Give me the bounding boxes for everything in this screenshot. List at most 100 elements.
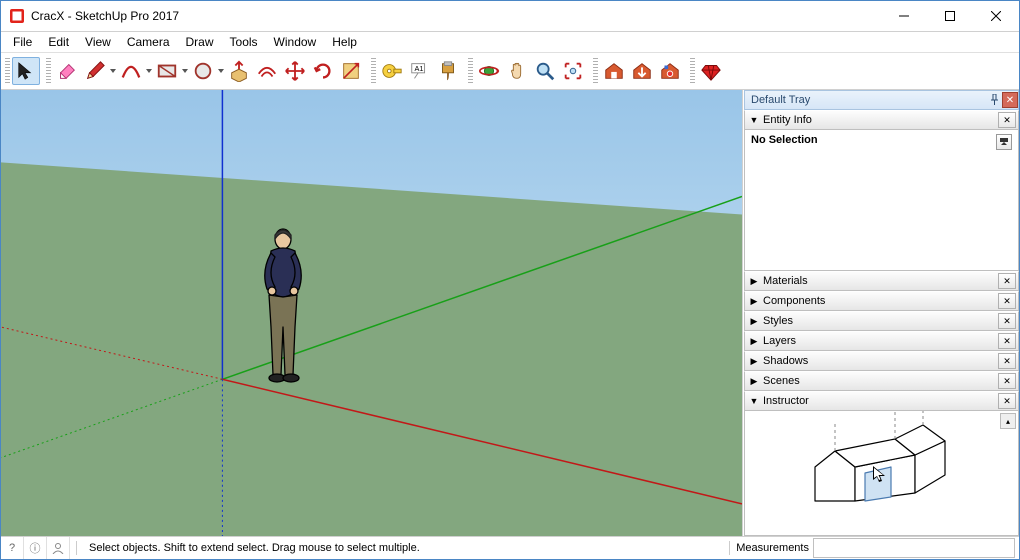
tray-close-icon[interactable]: ✕ [1002,92,1018,108]
details-toggle-icon[interactable] [996,134,1012,150]
panel-close-icon[interactable]: ✕ [998,313,1016,329]
circle-tool-icon-dropdown[interactable] [217,69,225,73]
panel-close-icon[interactable]: ✕ [998,293,1016,309]
panel-title: Instructor [763,395,809,407]
scale-figure [253,227,313,385]
panel-header-scenes[interactable]: ▶ Scenes ✕ [744,371,1019,391]
info-icon[interactable]: ⓘ [24,537,47,559]
toolbar-grip[interactable] [468,58,473,84]
panel-close-icon[interactable]: ✕ [998,112,1016,128]
disclosure-right-icon: ▶ [749,376,759,387]
status-hint: Select objects. Shift to extend select. … [83,542,420,554]
scroll-up-icon[interactable]: ▴ [1000,413,1016,429]
panel-header-instructor[interactable]: ▼ Instructor ✕ [744,391,1019,411]
paint-tool-icon[interactable] [434,57,462,85]
panel-title: Materials [763,275,808,287]
tray-title-text: Default Tray [751,94,810,106]
arc-tool-icon-dropdown[interactable] [145,69,153,73]
close-button[interactable] [973,1,1019,31]
status-bar: ? ⓘ Select objects. Shift to extend sele… [1,536,1019,559]
instructor-illustration [745,411,1005,531]
panel-header-shadows[interactable]: ▶ Shadows ✕ [744,351,1019,371]
pencil-tool-icon-dropdown[interactable] [109,69,117,73]
panel-header-components[interactable]: ▶ Components ✕ [744,291,1019,311]
move-tool-icon[interactable] [281,57,309,85]
menu-camera[interactable]: Camera [119,33,178,51]
ruby-icon[interactable] [697,57,725,85]
3d-viewport[interactable] [1,90,743,536]
app-window: CracX - SketchUp Pro 2017 FileEditViewCa… [0,0,1020,560]
circle-tool-icon[interactable] [189,57,217,85]
disclosure-right-icon: ▶ [749,296,759,307]
menu-tools[interactable]: Tools [222,33,266,51]
tape-tool-icon[interactable] [378,57,406,85]
zoom-extents-tool-icon[interactable] [559,57,587,85]
menu-help[interactable]: Help [324,33,365,51]
toolbar-grip[interactable] [46,58,51,84]
pin-icon[interactable] [986,93,1002,107]
menu-file[interactable]: File [5,33,40,51]
pan-tool-icon[interactable] [503,57,531,85]
menu-edit[interactable]: Edit [40,33,77,51]
panel-close-icon[interactable]: ✕ [998,273,1016,289]
extension-warehouse-icon[interactable] [656,57,684,85]
measurements-label: Measurements [736,542,813,554]
panel-title: Scenes [763,375,800,387]
arc-tool-icon[interactable] [117,57,145,85]
menu-draw[interactable]: Draw [178,33,222,51]
app-icon [9,8,25,24]
panel-close-icon[interactable]: ✕ [998,333,1016,349]
warehouse-icon[interactable] [600,57,628,85]
toolbar-grip[interactable] [593,58,598,84]
entity-info-body: No Selection [744,130,1019,271]
panel-title: Shadows [763,355,808,367]
panel-close-icon[interactable]: ✕ [998,373,1016,389]
panel-header-materials[interactable]: ▶Materials✕ [744,271,1019,291]
scale-tool-icon[interactable] [337,57,365,85]
title-bar: CracX - SketchUp Pro 2017 [1,1,1019,32]
toolbar-grip[interactable] [690,58,695,84]
disclosure-right-icon: ▶ [749,316,759,327]
user-icon[interactable] [47,537,70,559]
orbit-tool-icon[interactable] [475,57,503,85]
zoom-tool-icon[interactable] [531,57,559,85]
select-tool-icon[interactable] [12,57,40,85]
pushpull-tool-icon[interactable] [225,57,253,85]
menu-window[interactable]: Window [266,33,325,51]
toolbar-grip[interactable] [371,58,376,84]
main-area: Default Tray ✕ ▼ Entity Info ✕ No Selection… [1,90,1019,536]
rectangle-tool-icon-dropdown[interactable] [181,69,189,73]
minimize-button[interactable] [881,1,927,31]
panel-header-layers[interactable]: ▶Layers✕ [744,331,1019,351]
default-tray: Default Tray ✕ ▼ Entity Info ✕ No Selection… [743,90,1019,536]
panel-title: Layers [763,335,796,347]
disclosure-down-icon: ▼ [749,115,759,125]
panel-header-entity-info[interactable]: ▼ Entity Info ✕ [744,110,1019,130]
rectangle-tool-icon[interactable] [153,57,181,85]
pencil-tool-icon[interactable] [81,57,109,85]
warehouse-get-icon[interactable] [628,57,656,85]
text-tool-icon[interactable] [406,57,434,85]
rotate-tool-icon[interactable] [309,57,337,85]
maximize-button[interactable] [927,1,973,31]
panel-close-icon[interactable]: ✕ [998,353,1016,369]
disclosure-right-icon: ▶ [749,356,759,367]
measurements-input[interactable] [813,538,1015,558]
toolbar-grip[interactable] [5,58,10,84]
panel-close-icon[interactable]: ✕ [998,393,1016,409]
tray-title-bar[interactable]: Default Tray ✕ [744,90,1019,110]
window-title: CracX - SketchUp Pro 2017 [31,9,179,23]
panel-title: Components [763,295,825,307]
panel-title: Styles [763,315,793,327]
offset-tool-icon[interactable] [253,57,281,85]
panel-header-styles[interactable]: ▶ Styles ✕ [744,311,1019,331]
help-icon[interactable]: ? [1,537,24,559]
instructor-body: ▴ [744,411,1019,536]
no-selection-label: No Selection [751,134,818,146]
menu-view[interactable]: View [77,33,119,51]
menu-bar: FileEditViewCameraDrawToolsWindowHelp [1,32,1019,53]
main-toolbar [1,53,1019,90]
panel-title: Entity Info [763,114,812,126]
disclosure-down-icon: ▼ [749,396,759,406]
eraser-tool-icon[interactable] [53,57,81,85]
